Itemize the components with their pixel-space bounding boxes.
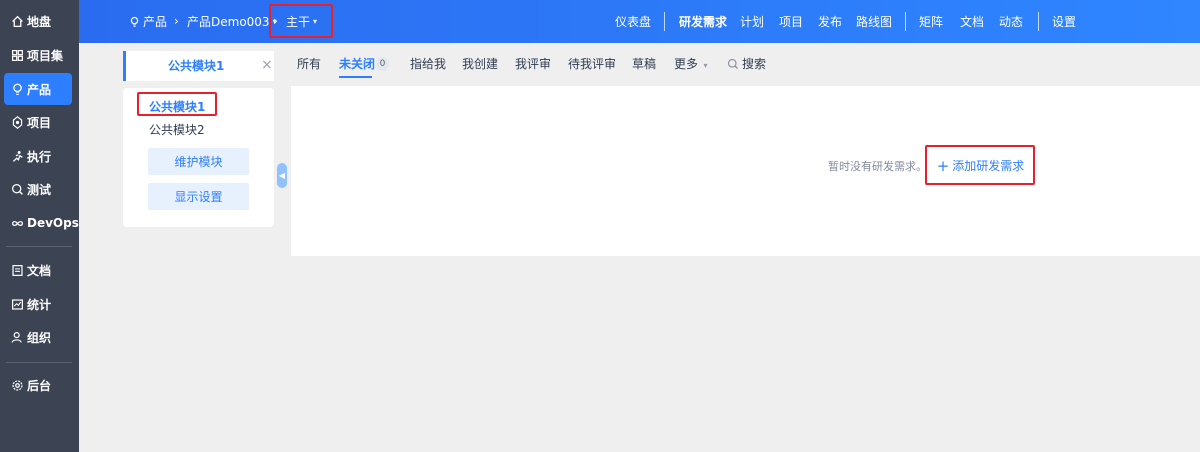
empty-state-text: 暂时没有研发需求。 — [828, 160, 927, 173]
search-label: 搜索 — [742, 57, 767, 71]
tab-all[interactable]: 所有 — [297, 51, 321, 77]
sidebar-item-devops[interactable]: DevOps — [0, 207, 79, 239]
breadcrumb-product-name[interactable]: 产品Demo003 ▾ — [187, 0, 277, 43]
sidebar-item-label: 项目 — [27, 115, 52, 130]
tab-more-label: 更多 — [674, 57, 699, 71]
sidebar-item-label: DevOps — [27, 216, 79, 230]
sidebar-item-label: 测试 — [27, 182, 52, 197]
sidebar-item-project[interactable]: 项目 — [0, 106, 79, 138]
chevron-left-icon: ◀ — [278, 171, 286, 180]
nav-settings[interactable]: 设置 — [1052, 0, 1076, 43]
sidebar-item-stats[interactable]: 统计 — [0, 288, 79, 320]
sidebar-item-admin[interactable]: 后台 — [0, 369, 79, 401]
requirements-list-area — [291, 86, 1200, 256]
tab-to-review[interactable]: 待我评审 — [568, 51, 616, 77]
bulb-icon — [9, 81, 25, 97]
sidebar-item-execution[interactable]: 执行 — [0, 140, 79, 172]
tab-reviewed-by-me[interactable]: 我评审 — [515, 51, 551, 77]
user-icon — [9, 329, 25, 345]
project-icon — [9, 114, 25, 130]
tab-draft[interactable]: 草稿 — [632, 51, 656, 77]
module-tab-label: 公共模块1 — [168, 59, 225, 73]
sidebar-item-doc[interactable]: 文档 — [0, 254, 79, 286]
highlight-box — [269, 4, 333, 38]
sidebar-item-org[interactable]: 组织 — [0, 321, 79, 353]
gear-icon — [9, 377, 25, 393]
nav-doc[interactable]: 文档 — [960, 0, 984, 43]
tab-assigned-to-me[interactable]: 指给我 — [410, 51, 446, 77]
nav-release[interactable]: 发布 — [818, 0, 842, 43]
collapse-handle[interactable]: ◀ — [277, 163, 287, 188]
nav-divider — [664, 12, 665, 31]
sidebar-divider — [6, 246, 72, 247]
chart-icon — [9, 296, 25, 312]
bulb-icon — [129, 16, 140, 28]
highlight-box — [925, 145, 1035, 185]
sidebar-item-label: 项目集 — [27, 48, 64, 63]
doc-icon — [9, 262, 25, 278]
infinity-icon — [9, 215, 25, 231]
sidebar-item-label: 后台 — [27, 378, 52, 393]
sidebar-divider — [6, 362, 72, 363]
active-tab-underline — [339, 76, 372, 78]
nav-plan[interactable]: 计划 — [740, 0, 764, 43]
sidebar-item-label: 组织 — [27, 330, 52, 345]
nav-divider — [1038, 12, 1039, 31]
breadcrumb-product[interactable]: 产品 — [129, 0, 167, 43]
breadcrumb-product-name-label: 产品Demo003 — [187, 15, 270, 29]
count-badge: 0 — [376, 57, 389, 71]
test-icon — [9, 181, 25, 197]
nav-dynamics[interactable]: 动态 — [999, 0, 1023, 43]
breadcrumb-product-label: 产品 — [143, 15, 168, 29]
tree-item-module-2[interactable]: 公共模块2 — [149, 121, 205, 138]
nav-project[interactable]: 项目 — [779, 0, 803, 43]
close-icon[interactable]: × — [261, 57, 273, 73]
maintain-module-button[interactable]: 维护模块 — [148, 148, 249, 175]
nav-divider — [905, 12, 906, 31]
sidebar-item-label: 执行 — [27, 149, 52, 164]
search-toggle[interactable]: 搜索 — [727, 51, 766, 77]
tab-unclosed[interactable]: 未关闭 — [339, 51, 375, 77]
highlight-box — [137, 92, 217, 116]
nav-roadmap[interactable]: 路线图 — [856, 0, 892, 43]
sidebar-item-label: 产品 — [27, 82, 52, 97]
nav-requirements[interactable]: 研发需求 — [679, 0, 727, 43]
sidebar-item-product[interactable]: 产品 — [4, 73, 72, 105]
sidebar-item-label: 地盘 — [27, 14, 52, 29]
tab-created-by-me[interactable]: 我创建 — [462, 51, 498, 77]
nav-dashboard[interactable]: 仪表盘 — [615, 0, 651, 43]
chevron-down-icon: ▾ — [701, 61, 708, 70]
search-icon — [727, 58, 739, 70]
home-icon — [9, 13, 25, 29]
chevron-right-icon: › — [174, 14, 179, 28]
sidebar-item-program[interactable]: 项目集 — [0, 39, 79, 71]
sidebar-item-dashboard[interactable]: 地盘 — [0, 5, 79, 37]
grid-icon — [9, 47, 25, 63]
tab-more[interactable]: 更多 ▾ — [674, 51, 708, 77]
sidebar-item-label: 统计 — [27, 297, 52, 312]
sidebar-item-test[interactable]: 测试 — [0, 173, 79, 205]
display-settings-button[interactable]: 显示设置 — [148, 183, 249, 210]
nav-matrix[interactable]: 矩阵 — [919, 0, 943, 43]
sidebar-item-label: 文档 — [27, 263, 52, 278]
top-header: 产品 › 产品Demo003 ▾ › 主干 ▾ 仪表盘 研发需求 计划 项目 发… — [79, 0, 1200, 43]
module-tab[interactable]: 公共模块1 × — [123, 51, 274, 81]
run-icon — [9, 148, 25, 164]
sidebar: 地盘 项目集 产品 项目 执行 测试 DevOps 文档 统计 组织 后台 — [0, 0, 79, 452]
